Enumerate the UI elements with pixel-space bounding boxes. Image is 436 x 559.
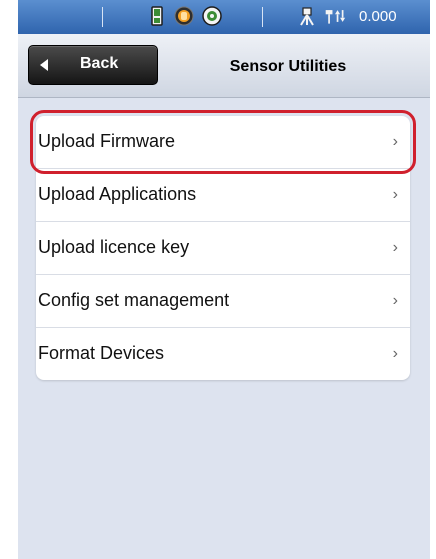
status-value: 0.000 xyxy=(359,8,397,25)
page-title: Sensor Utilities xyxy=(229,58,347,75)
status-bar: 0.000 xyxy=(18,0,430,34)
stop-icon[interactable] xyxy=(173,5,195,27)
back-arrow-icon xyxy=(40,59,48,71)
device-screen: 0.000 Back Sensor Utilities Upload Firmw… xyxy=(18,0,430,559)
chevron-right-icon: › xyxy=(392,239,398,256)
target-icon[interactable] xyxy=(201,5,223,27)
menu-item-label: Format Devices xyxy=(38,343,165,363)
signal-icon[interactable] xyxy=(324,5,346,27)
menu-item-label: Upload licence key xyxy=(38,237,190,257)
back-button[interactable]: Back xyxy=(28,45,158,85)
chevron-right-icon: › xyxy=(392,345,398,362)
menu-item-format-devices[interactable]: Format Devices › xyxy=(36,328,410,380)
tripod-icon[interactable] xyxy=(296,5,318,27)
menu-item-upload-licence-key[interactable]: Upload licence key › xyxy=(36,222,410,275)
status-separator xyxy=(102,7,103,27)
menu-item-upload-applications[interactable]: Upload Applications › xyxy=(36,169,410,222)
menu-item-label: Upload Applications xyxy=(38,184,197,204)
menu-item-config-set-management[interactable]: Config set management › xyxy=(36,275,410,328)
menu-item-upload-firmware[interactable]: Upload Firmware › xyxy=(36,116,410,169)
menu-item-label: Upload Firmware xyxy=(38,131,176,151)
status-separator xyxy=(262,7,263,27)
chevron-right-icon: › xyxy=(392,292,398,309)
title-bar: Back Sensor Utilities xyxy=(18,34,430,98)
menu-list: Upload Firmware › Upload Applications › … xyxy=(36,116,410,380)
chevron-right-icon: › xyxy=(392,133,398,150)
battery-icon[interactable] xyxy=(146,5,168,27)
menu-item-label: Config set management xyxy=(38,290,230,310)
chevron-right-icon: › xyxy=(392,186,398,203)
back-button-label: Back xyxy=(80,55,119,72)
